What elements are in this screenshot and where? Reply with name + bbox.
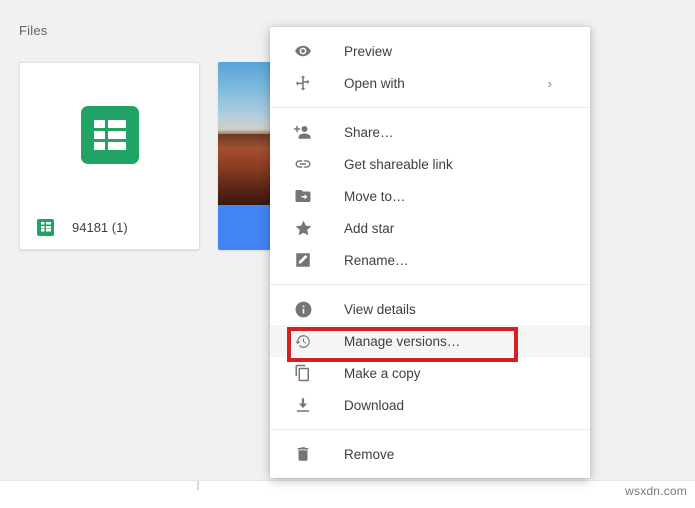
menu-item-label: Download	[344, 397, 405, 413]
menu-item-label: Preview	[344, 43, 393, 59]
copy-icon	[292, 362, 314, 384]
google-sheets-icon	[37, 218, 54, 236]
file-name-label: 94181 (1)	[72, 219, 128, 235]
menu-item-label: Share…	[344, 124, 394, 140]
open-with-move-icon	[292, 72, 314, 94]
download-icon	[292, 394, 314, 416]
menu-item-label: Get shareable link	[344, 156, 453, 172]
link-icon	[292, 153, 314, 175]
menu-group-open: Preview Open with ›	[270, 35, 590, 108]
menu-item-label: Rename…	[344, 252, 409, 268]
file-thumbnail-sheet	[20, 63, 199, 206]
pencil-rename-icon	[292, 249, 314, 271]
menu-item-label: Remove	[344, 446, 395, 462]
menu-item-share[interactable]: Share…	[270, 116, 590, 148]
menu-item-preview[interactable]: Preview	[270, 35, 590, 67]
file-card-sheet[interactable]: 94181 (1)	[19, 62, 200, 250]
menu-item-remove[interactable]: Remove	[270, 438, 590, 470]
google-sheets-icon-large	[80, 105, 139, 164]
context-menu[interactable]: Preview Open with › Share… Get shareable…	[270, 27, 590, 478]
menu-group-details: View details Manage versions… Make a cop…	[270, 285, 590, 430]
watermark: wsxdn.com	[625, 484, 687, 498]
history-restore-icon	[292, 330, 314, 352]
menu-item-open-with[interactable]: Open with ›	[270, 67, 590, 99]
menu-item-download[interactable]: Download	[270, 389, 590, 421]
menu-item-add-star[interactable]: Add star	[270, 212, 590, 244]
menu-item-label: Manage versions…	[344, 333, 461, 349]
files-section-title: Files	[19, 23, 48, 38]
star-icon	[292, 217, 314, 239]
menu-item-view-details[interactable]: View details	[270, 293, 590, 325]
menu-item-rename[interactable]: Rename…	[270, 244, 590, 276]
eye-icon	[292, 40, 314, 62]
drive-files-surface: Files 94181 (1) Preview Open with › Shar…	[0, 0, 695, 480]
info-icon	[292, 298, 314, 320]
menu-item-manage-versions[interactable]: Manage versions…	[270, 325, 590, 357]
menu-group-remove: Remove	[270, 430, 590, 478]
menu-item-move-to[interactable]: Move to…	[270, 180, 590, 212]
menu-item-label: Move to…	[344, 188, 406, 204]
folder-move-icon	[292, 185, 314, 207]
menu-item-make-a-copy[interactable]: Make a copy	[270, 357, 590, 389]
menu-item-label: Make a copy	[344, 365, 421, 381]
bottom-bar	[0, 480, 695, 508]
chevron-right-icon: ›	[547, 75, 552, 91]
trash-icon	[292, 443, 314, 465]
menu-item-get-shareable-link[interactable]: Get shareable link	[270, 148, 590, 180]
person-add-icon	[292, 121, 314, 143]
menu-item-label: Add star	[344, 220, 395, 236]
bottom-bar-tick	[197, 481, 199, 490]
file-card-footer: 94181 (1)	[20, 205, 199, 249]
menu-item-label: View details	[344, 301, 416, 317]
menu-item-label: Open with	[344, 75, 405, 91]
menu-group-file-actions: Share… Get shareable link Move to… Add s…	[270, 108, 590, 285]
